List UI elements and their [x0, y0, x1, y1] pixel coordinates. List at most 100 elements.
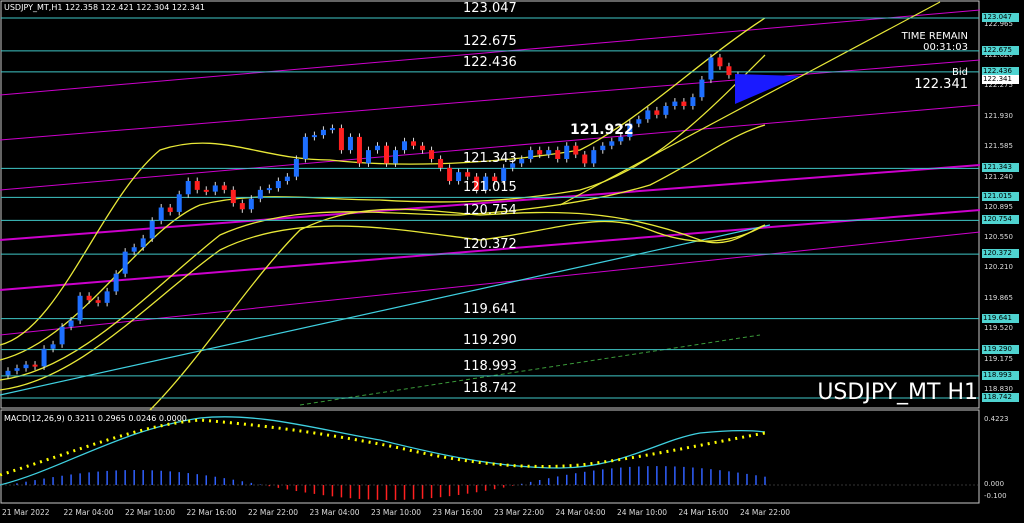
price-tag: 123.047 [982, 13, 1019, 22]
candle-body [528, 150, 534, 159]
candle-body [465, 172, 471, 177]
candle-body [293, 158, 299, 177]
time-axis-label: 22 Mar 16:00 [186, 508, 237, 517]
price-scale-label: 119.865 [984, 293, 1013, 302]
price-scale-label: 120.210 [984, 263, 1013, 272]
candle-body [438, 158, 444, 168]
candle-body [393, 150, 399, 164]
time-axis-label: 24 Mar 10:00 [617, 508, 668, 517]
candle-body [582, 154, 588, 164]
candle-body [158, 207, 164, 221]
candle-body [248, 198, 254, 210]
candle-body [555, 150, 561, 159]
candle-body [230, 189, 236, 204]
price-scale-label: 121.585 [984, 142, 1013, 151]
level-label: 121.343 [463, 151, 517, 167]
candle-body [194, 181, 200, 190]
price-tag: 121.343 [982, 163, 1019, 173]
candle-body [221, 185, 227, 190]
time-axis-label: 23 Mar 10:00 [371, 508, 422, 517]
candle-body [95, 300, 101, 303]
annotation-label: 121.922 [570, 122, 634, 138]
time-axis-label: 24 Mar 22:00 [740, 508, 791, 517]
price-tag: 120.754 [982, 215, 1019, 225]
time-axis-label: 23 Mar 22:00 [494, 508, 545, 517]
chart-info: USDJPY_MT,H1 122.358 122.421 122.304 122… [4, 3, 205, 12]
time-axis-label: 22 Mar 22:00 [248, 508, 299, 517]
candle-body [68, 320, 74, 327]
candle-body [708, 57, 714, 80]
candle-body [338, 128, 344, 151]
candle-body [32, 364, 38, 367]
candle-body [600, 145, 606, 151]
price-scale-label: 119.520 [984, 324, 1013, 333]
price-tag: 119.290 [982, 344, 1019, 354]
price-chart[interactable] [0, 0, 1024, 523]
candle-body [726, 66, 732, 76]
candle-body [77, 295, 83, 321]
candle-body [402, 141, 408, 151]
candle-body [356, 136, 362, 164]
candle-body [609, 141, 615, 146]
time-axis-label: 22 Mar 10:00 [125, 508, 176, 517]
candle-body [23, 364, 29, 369]
price-tag: 122.675 [982, 45, 1019, 55]
price-tag: 120.372 [982, 249, 1019, 259]
candle-body [564, 145, 570, 159]
time-remain-value: 00:31:03 [923, 42, 968, 53]
price-tag: 118.742 [982, 393, 1019, 402]
level-label: 118.742 [463, 381, 517, 396]
time-remain-label: TIME REMAIN [901, 31, 968, 42]
candle-body [374, 145, 380, 151]
candle-body [429, 150, 435, 159]
candle-body [140, 238, 146, 248]
macd-scale-label: -0.100 [984, 492, 1007, 500]
level-label: 120.754 [463, 203, 517, 219]
candle-body [420, 145, 426, 151]
candle-body [447, 167, 453, 182]
time-axis-label: 24 Mar 04:00 [555, 508, 606, 517]
candle-body [654, 110, 660, 115]
bid-display: Bid 122.341 [914, 67, 968, 91]
candle-body [104, 291, 110, 303]
price-scale-label: 119.175 [984, 354, 1013, 363]
time-axis-label: 23 Mar 04:00 [309, 508, 360, 517]
candle-body [284, 176, 290, 182]
macd-scale-label: 0.4223 [984, 415, 1009, 423]
price-tag: 119.641 [982, 313, 1019, 323]
time-axis-label: 24 Mar 16:00 [678, 508, 729, 517]
candle-body [176, 194, 182, 212]
price-tag: 121.015 [982, 192, 1019, 202]
candle-body [113, 273, 119, 292]
candle-body [501, 167, 507, 182]
symbol-title: USDJPY_MT H1 [817, 380, 978, 405]
candle-body [329, 128, 335, 131]
candle-body [320, 129, 326, 136]
price-scale-label: 121.240 [984, 172, 1013, 181]
level-label: 122.436 [463, 54, 517, 70]
candle-body [591, 150, 597, 164]
macd-scale-label: 0.000 [984, 480, 1005, 488]
price-scale-label: 121.930 [984, 111, 1013, 120]
time-axis-label: 22 Mar 04:00 [63, 508, 114, 517]
candle-body [347, 136, 353, 151]
candle-body [185, 181, 191, 195]
candle-body [41, 348, 47, 367]
candle-body [384, 145, 389, 164]
candle-body [681, 101, 687, 107]
candle-body [636, 119, 642, 124]
candle-body [672, 101, 678, 107]
candle-body [645, 110, 651, 120]
candle-body [266, 188, 272, 191]
candle-body [302, 136, 308, 159]
price-tag: 118.993 [982, 370, 1019, 380]
macd-label: MACD(12,26,9) 0.3211 0.2965 0.0246 0.000… [4, 414, 187, 423]
candle-body [203, 189, 209, 192]
price-tag: 122.341 [982, 75, 1019, 85]
candle-body [131, 247, 137, 252]
time-remain: TIME REMAIN 00:31:03 [902, 31, 968, 53]
candle-body [690, 97, 696, 107]
level-label: 123.047 [463, 1, 517, 16]
candle-body [546, 150, 552, 155]
level-label: 121.015 [463, 180, 517, 196]
